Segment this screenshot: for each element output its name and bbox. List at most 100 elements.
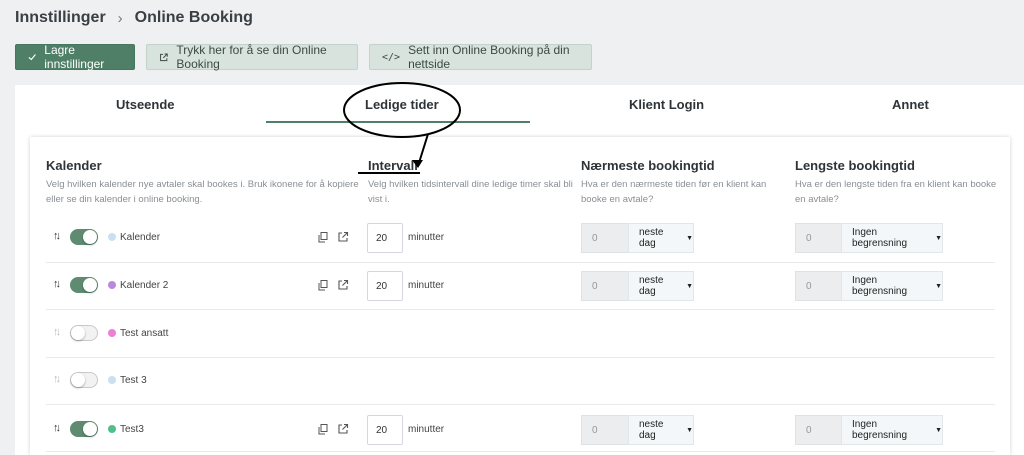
kalender-desc-line2: eller se din kalender i online booking. xyxy=(46,194,203,205)
active-tab-indicator xyxy=(266,121,530,123)
toggle-knob xyxy=(83,278,97,292)
nearest-unit-value: neste dag xyxy=(639,227,664,249)
breadcrumb: Innstillinger › Online Booking xyxy=(15,9,253,27)
calendar-color-dot xyxy=(108,329,116,337)
nearest-time-input[interactable]: 0 xyxy=(581,415,629,445)
longest-time-input[interactable]: 0 xyxy=(795,415,843,445)
longest-unit-value: Ingen begrensning xyxy=(852,419,908,441)
calendar-name: Test3 xyxy=(120,424,144,435)
save-settings-button[interactable]: Lagre innstillinger xyxy=(15,43,135,71)
toggle-knob xyxy=(83,422,97,436)
tab-ledige-tider[interactable]: Ledige tider xyxy=(365,97,439,112)
intervall-desc-line1: Velg hvilken tidsintervall dine ledige t… xyxy=(368,179,573,190)
nearest-unit-value: neste dag xyxy=(639,275,664,297)
code-icon: </> xyxy=(382,51,401,63)
drag-sort-icon[interactable]: ↑↓ xyxy=(53,373,61,385)
view-online-booking-label: Trykk her for å se din Online Booking xyxy=(176,43,327,71)
drag-sort-icon[interactable]: ↑↓ xyxy=(53,422,61,434)
longest-time-input[interactable]: 0 xyxy=(795,223,843,253)
breadcrumb-separator-icon: › xyxy=(117,9,123,27)
interval-unit: minutter xyxy=(408,280,445,291)
kalender-heading: Kalender xyxy=(46,158,102,173)
longest-unit-value: Ingen begrensning xyxy=(852,275,908,297)
nearest-unit-value: neste dag xyxy=(639,419,664,441)
nearest-unit-select[interactable]: neste dag ▼ xyxy=(628,271,694,301)
page-title: Online Booking xyxy=(134,9,253,26)
embed-online-booking-label: Sett inn Online Booking på din nettside xyxy=(408,43,570,71)
calendar-color-dot xyxy=(108,281,116,289)
naermeste-desc-line1: Hva er den nærmeste tiden før en klient … xyxy=(581,179,767,190)
breadcrumb-parent[interactable]: Innstillinger xyxy=(15,9,106,27)
external-link-icon[interactable] xyxy=(337,279,349,291)
embed-online-booking-button[interactable]: </> Sett inn Online Booking på din netts… xyxy=(369,43,592,71)
intervall-heading: Intervall xyxy=(368,158,418,173)
caret-down-icon: ▼ xyxy=(686,426,693,434)
copy-icon[interactable] xyxy=(318,232,328,243)
copy-icon[interactable] xyxy=(318,424,328,435)
drag-sort-icon[interactable]: ↑↓ xyxy=(53,326,61,338)
copy-icon[interactable] xyxy=(318,280,328,291)
longest-unit-value: Ingen begrensning xyxy=(852,227,908,249)
naermeste-description: Hva er den nærmeste tiden før en klient … xyxy=(581,177,766,207)
caret-down-icon: ▼ xyxy=(686,234,693,242)
intervall-description: Velg hvilken tidsintervall dine ledige t… xyxy=(368,177,573,207)
kalender-description: Velg hvilken kalender nye avtaler skal b… xyxy=(46,177,359,207)
lengste-desc-line2: en avtale? xyxy=(795,194,839,205)
calendar-name: Test ansatt xyxy=(120,328,169,339)
calendar-toggle[interactable] xyxy=(70,421,98,437)
longest-time-input[interactable]: 0 xyxy=(795,271,843,301)
caret-down-icon: ▼ xyxy=(935,426,942,434)
longest-unit-select[interactable]: Ingen begrensning ▼ xyxy=(841,223,943,253)
caret-down-icon: ▼ xyxy=(935,234,942,242)
longest-unit-select[interactable]: Ingen begrensning ▼ xyxy=(841,271,943,301)
drag-sort-icon[interactable]: ↑↓ xyxy=(53,230,61,242)
interval-input[interactable]: 20 xyxy=(367,415,403,445)
calendar-name: Kalender xyxy=(120,232,161,243)
toggle-knob xyxy=(71,326,85,340)
calendar-color-dot xyxy=(108,425,116,433)
nearest-unit-select[interactable]: neste dag ▼ xyxy=(628,223,694,253)
interval-input[interactable]: 20 xyxy=(367,271,403,301)
interval-unit: minutter xyxy=(408,232,445,243)
calendar-name: Test 3 xyxy=(120,375,147,386)
tab-annet[interactable]: Annet xyxy=(892,97,929,112)
save-settings-label: Lagre innstillinger xyxy=(44,43,105,71)
row-divider xyxy=(46,451,995,452)
naermeste-heading: Nærmeste bookingtid xyxy=(581,158,715,173)
row-divider xyxy=(46,357,995,358)
tab-klient-login[interactable]: Klient Login xyxy=(629,97,704,112)
calendar-color-dot xyxy=(108,376,116,384)
row-divider xyxy=(46,309,995,310)
nearest-time-input[interactable]: 0 xyxy=(581,271,629,301)
calendar-toggle[interactable] xyxy=(70,325,98,341)
longest-unit-select[interactable]: Ingen begrensning ▼ xyxy=(841,415,943,445)
lengste-desc-line1: Hva er den lengste tiden fra en klient k… xyxy=(795,179,997,190)
calendar-toggle[interactable] xyxy=(70,229,98,245)
interval-input[interactable]: 20 xyxy=(367,223,403,253)
drag-sort-icon[interactable]: ↑↓ xyxy=(53,278,61,290)
calendar-color-dot xyxy=(108,233,116,241)
lengste-heading: Lengste bookingtid xyxy=(795,158,915,173)
calendar-toggle[interactable] xyxy=(70,277,98,293)
toggle-knob xyxy=(83,230,97,244)
nearest-time-input[interactable]: 0 xyxy=(581,223,629,253)
toggle-knob xyxy=(71,373,85,387)
caret-down-icon: ▼ xyxy=(935,282,942,290)
row-divider xyxy=(46,262,995,263)
tab-utseende[interactable]: Utseende xyxy=(116,97,175,112)
caret-down-icon: ▼ xyxy=(686,282,693,290)
lengste-description: Hva er den lengste tiden fra en klient k… xyxy=(795,177,996,207)
kalender-desc-line1: Velg hvilken kalender nye avtaler skal b… xyxy=(46,179,359,190)
calendar-name: Kalender 2 xyxy=(120,280,169,291)
row-divider xyxy=(46,404,995,405)
view-online-booking-button[interactable]: Trykk her for å se din Online Booking xyxy=(146,43,358,71)
external-link-icon[interactable] xyxy=(337,231,349,243)
nearest-unit-select[interactable]: neste dag ▼ xyxy=(628,415,694,445)
external-link-icon xyxy=(160,52,168,61)
check-icon xyxy=(28,54,36,61)
intervall-desc-line2: vist i. xyxy=(368,194,390,205)
external-link-icon[interactable] xyxy=(337,423,349,435)
toolbar: Lagre innstillinger Trykk her for å se d… xyxy=(15,43,592,71)
naermeste-desc-line2: booke en avtale? xyxy=(581,194,654,205)
calendar-toggle[interactable] xyxy=(70,372,98,388)
